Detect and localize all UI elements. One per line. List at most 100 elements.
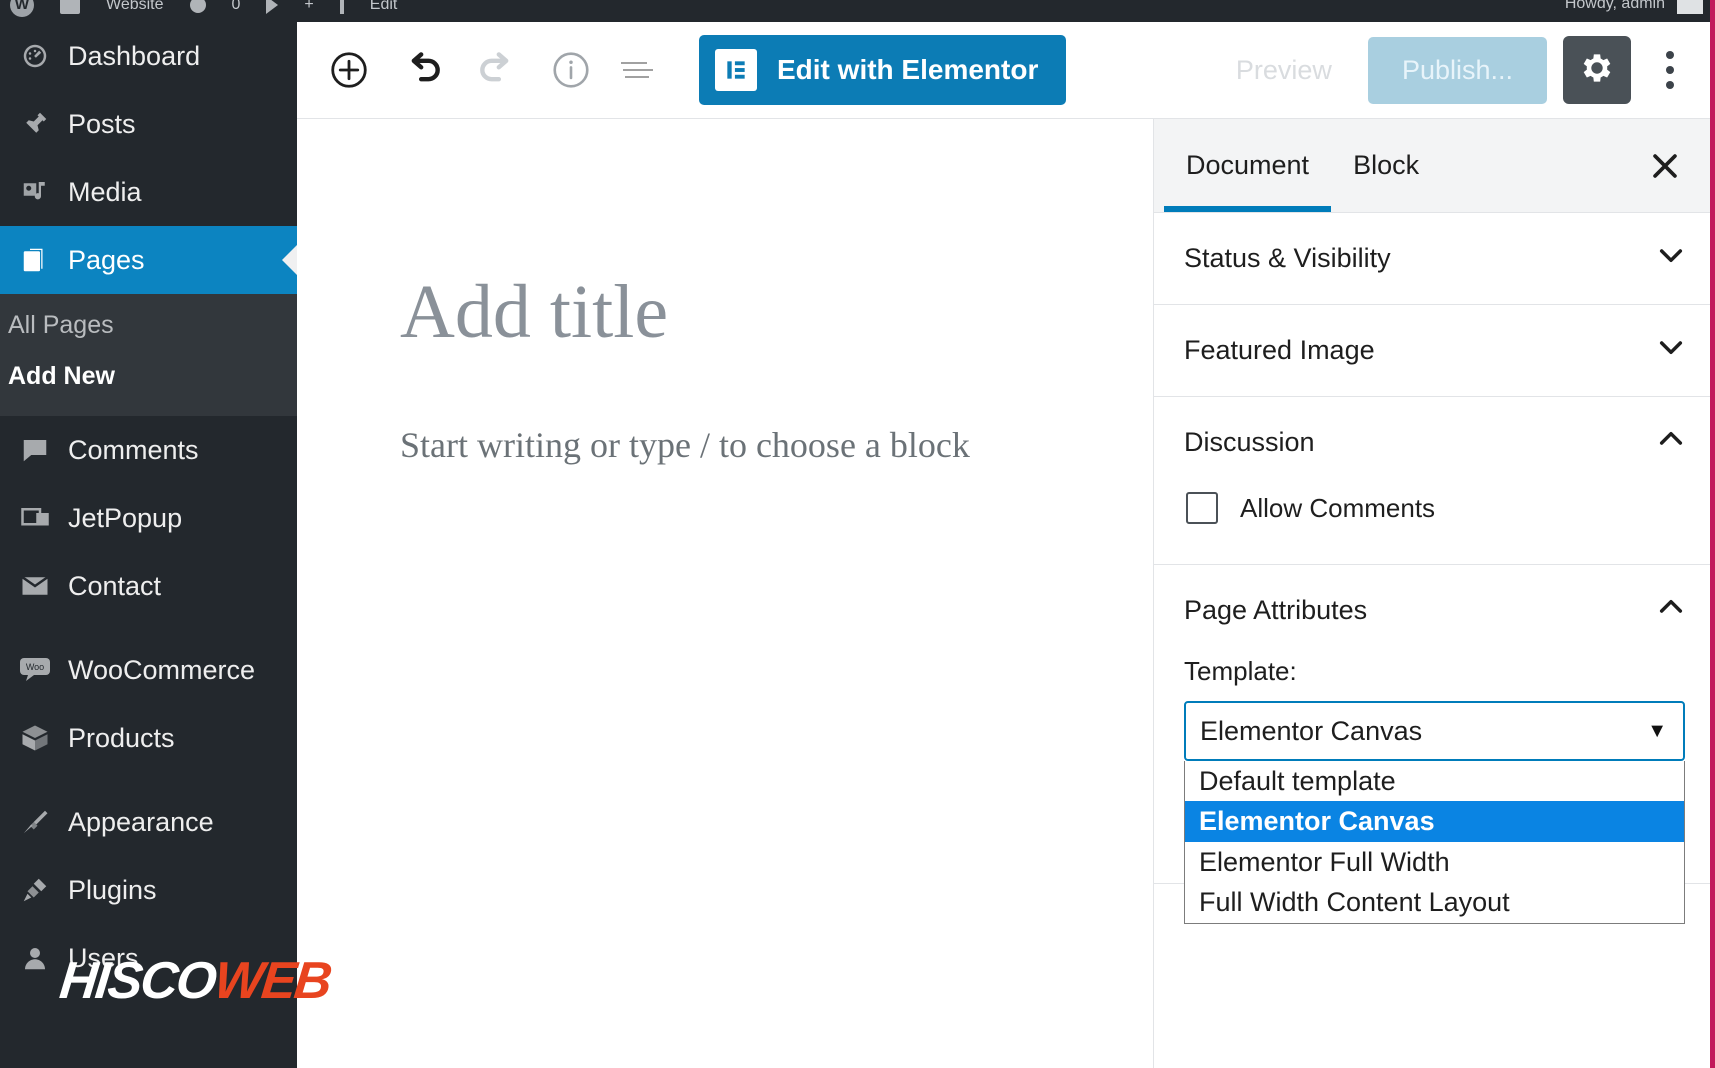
submenu-item-all-pages[interactable]: All Pages [0, 300, 297, 351]
edit-with-elementor-button[interactable]: Edit with Elementor [699, 35, 1067, 105]
tab-block[interactable]: Block [1331, 119, 1441, 212]
sidebar-item-label: Posts [68, 108, 136, 139]
menu-separator [0, 772, 297, 788]
box-icon [8, 723, 62, 753]
kebab-dot [1666, 51, 1674, 59]
plug-icon [8, 875, 62, 905]
edit-with-elementor-label: Edit with Elementor [777, 54, 1039, 85]
publish-button[interactable]: Publish... [1367, 36, 1547, 104]
plus-icon[interactable] [266, 0, 279, 14]
sidebar-item-dashboard[interactable]: Dashboard [0, 22, 297, 90]
svg-text:Woo: Woo [26, 662, 44, 672]
post-body-input[interactable]: Start writing or type / to choose a bloc… [400, 424, 970, 466]
sidebar-item-label: Products [68, 722, 175, 753]
template-option-full-width-content-layout[interactable]: Full Width Content Layout [1185, 882, 1684, 922]
section-status-visibility-header[interactable]: Status & Visibility [1154, 213, 1715, 304]
media-icon [8, 177, 62, 207]
section-title: Featured Image [1184, 335, 1375, 365]
section-title: Discussion [1184, 427, 1315, 457]
submenu-item-add-new[interactable]: Add New [0, 351, 297, 402]
template-option-elementor-canvas[interactable]: Elementor Canvas [1185, 801, 1684, 842]
chevron-down-icon: ▼ [1647, 719, 1667, 742]
admin-bar-site-name[interactable]: Website [106, 0, 164, 14]
close-settings-button[interactable] [1639, 140, 1691, 192]
sidebar-item-posts[interactable]: Posts [0, 90, 297, 158]
wordpress-logo-icon[interactable] [10, 0, 34, 17]
sidebar-item-label: Appearance [68, 806, 214, 837]
comment-count[interactable]: 0 [232, 0, 241, 14]
undo-button[interactable] [393, 40, 453, 100]
sidebar-item-media[interactable]: Media [0, 158, 297, 226]
envelope-icon [8, 571, 62, 601]
section-discussion: Discussion Allow Comments [1154, 397, 1715, 565]
section-featured-image-header[interactable]: Featured Image [1154, 305, 1715, 396]
sidebar-item-comments[interactable]: Comments [0, 416, 297, 484]
sidebar-item-woocommerce[interactable]: Woo WooCommerce [0, 636, 297, 704]
section-title: Status & Visibility [1184, 243, 1391, 273]
allow-comments-checkbox[interactable] [1186, 492, 1218, 524]
sidebar-item-label: Comments [68, 434, 199, 465]
template-select[interactable]: Elementor Canvas ▼ [1184, 701, 1685, 761]
sidebar-item-plugins[interactable]: Plugins [0, 856, 297, 924]
edit-icon[interactable] [339, 0, 344, 14]
comment-bubble-icon[interactable] [189, 0, 206, 13]
sidebar-item-users[interactable]: Users [0, 924, 297, 992]
elementor-icon [715, 49, 757, 91]
editor-toolbar: Edit with Elementor Preview Publish... [297, 22, 1715, 119]
dashboard-icon [8, 41, 62, 71]
section-status-visibility: Status & Visibility [1154, 213, 1715, 305]
sidebar-item-label: JetPopup [68, 502, 183, 533]
section-discussion-header[interactable]: Discussion [1154, 397, 1715, 488]
sidebar-item-contact[interactable]: Contact [0, 552, 297, 620]
section-page-attributes-header[interactable]: Page Attributes [1154, 565, 1715, 656]
template-select-value: Elementor Canvas [1200, 715, 1423, 746]
admin-sidebar-menu: Dashboard Posts Media Pages All Pages Ad… [0, 22, 297, 1068]
editor-toolbar-left: Edit with Elementor [297, 35, 1067, 105]
user-icon [8, 943, 62, 973]
kebab-dot [1666, 81, 1674, 89]
section-page-attributes-body: Template: Elementor Canvas ▼ Default tem… [1154, 656, 1715, 924]
sidebar-item-label: Media [68, 176, 142, 207]
avatar[interactable] [1677, 0, 1703, 14]
popup-icon [8, 503, 62, 533]
sidebar-item-label: Users [68, 942, 139, 973]
sidebar-item-label: WooCommerce [68, 654, 256, 685]
template-options-list: Default template Elementor Canvas Elemen… [1184, 761, 1685, 924]
editor-toolbar-right: Preview Publish... [1216, 36, 1715, 104]
tab-document[interactable]: Document [1164, 119, 1332, 212]
settings-button[interactable] [1563, 36, 1631, 104]
sidebar-item-pages[interactable]: Pages [0, 226, 297, 294]
chevron-up-icon [1655, 591, 1687, 630]
section-page-attributes: Page Attributes Template: Elementor Canv… [1154, 565, 1715, 924]
info-circle-button[interactable] [541, 40, 601, 100]
template-option-default-template[interactable]: Default template [1185, 761, 1684, 801]
more-options-button[interactable] [1647, 36, 1693, 104]
chevron-up-icon [1655, 423, 1687, 462]
settings-sidebar: Document Block Status & Visibility Featu… [1153, 119, 1715, 1068]
edit-label[interactable]: Edit [370, 0, 398, 14]
post-title-input[interactable]: Add title [400, 269, 668, 356]
woo-icon: Woo [8, 655, 62, 685]
redo-button[interactable] [467, 40, 527, 100]
list-view-icon[interactable] [615, 47, 661, 93]
pin-icon [8, 109, 62, 139]
page-icon [8, 245, 62, 275]
sidebar-item-jetpopup[interactable]: JetPopup [0, 484, 297, 552]
sidebar-item-label: Dashboard [68, 40, 201, 71]
allow-comments-label: Allow Comments [1240, 492, 1436, 523]
chevron-down-icon [1655, 239, 1687, 278]
preview-button[interactable]: Preview [1216, 43, 1352, 98]
chevron-down-icon [1655, 331, 1687, 370]
template-label: Template: [1184, 656, 1297, 686]
sidebar-item-appearance[interactable]: Appearance [0, 788, 297, 856]
new-content-label[interactable]: + [304, 0, 313, 14]
sidebar-item-products[interactable]: Products [0, 704, 297, 772]
howdy-label[interactable]: Howdy, admin [1565, 0, 1665, 13]
site-icon[interactable] [60, 0, 80, 14]
brush-icon [8, 807, 62, 837]
add-block-button[interactable] [319, 40, 379, 100]
allow-comments-row[interactable]: Allow Comments [1184, 488, 1685, 534]
template-select-wrapper: Elementor Canvas ▼ Default template Elem… [1184, 701, 1685, 924]
kebab-dot [1666, 66, 1674, 74]
template-option-elementor-full-width[interactable]: Elementor Full Width [1185, 842, 1684, 882]
